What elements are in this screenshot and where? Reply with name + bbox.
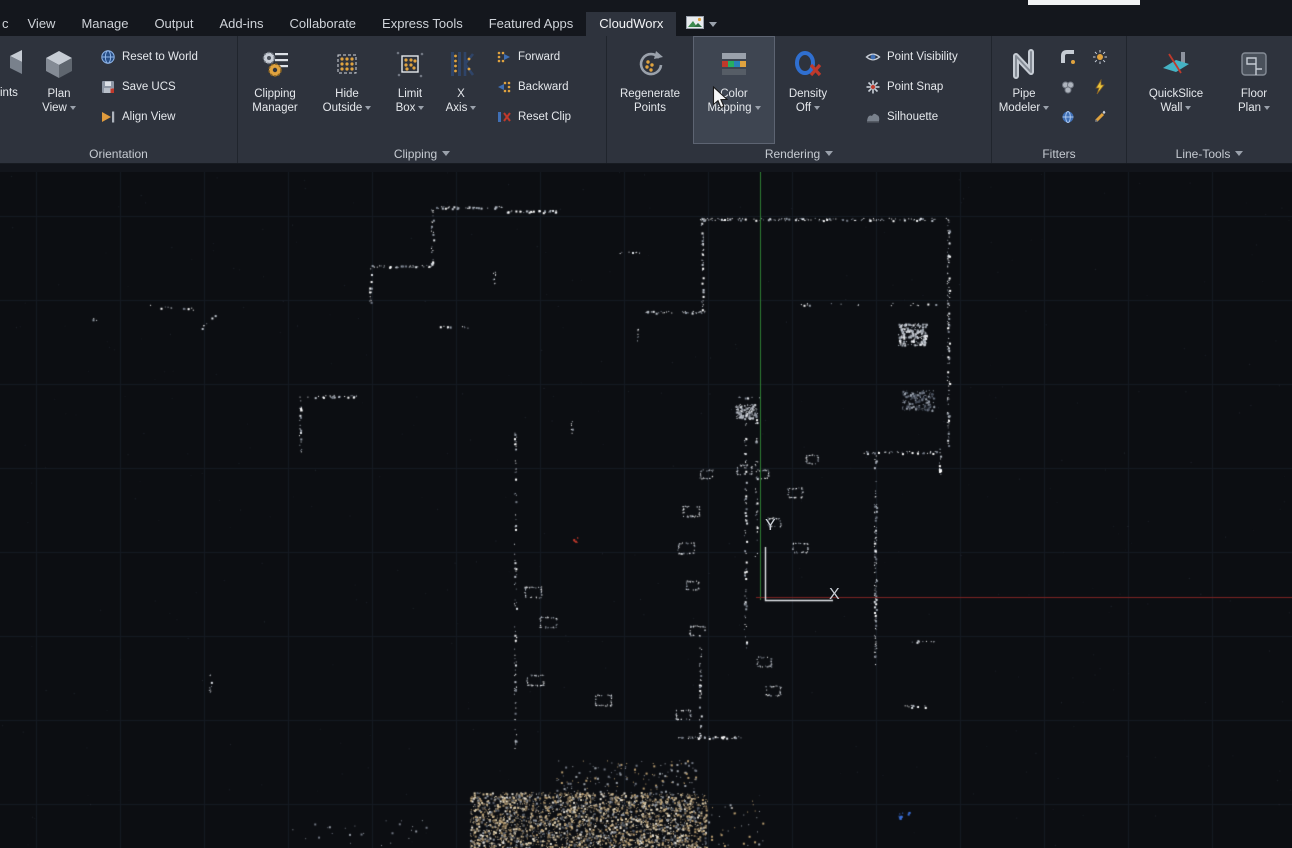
tab-partial[interactable]: c xyxy=(0,12,15,36)
reset-clip-icon xyxy=(496,109,512,125)
backward-icon xyxy=(496,79,512,95)
dropdown-caret-icon xyxy=(1185,106,1191,110)
points-partial-icon xyxy=(0,46,26,81)
tab-add-ins[interactable]: Add-ins xyxy=(206,12,276,36)
titlebar-fragment xyxy=(1028,0,1140,5)
forward-button[interactable]: Forward xyxy=(496,49,571,65)
quickslice-wall-icon xyxy=(1161,46,1191,82)
limit-box-icon xyxy=(395,46,425,82)
reset-clip-button[interactable]: Reset Clip xyxy=(496,109,571,125)
point-snap-icon xyxy=(865,79,881,95)
quickslice-wall-button[interactable]: QuickSlice Wall xyxy=(1133,36,1219,144)
fitter-spheres-icon xyxy=(1060,79,1076,95)
align-view-button[interactable]: Align View xyxy=(100,109,198,125)
panel-caret-icon xyxy=(1235,151,1243,156)
tab-express-tools[interactable]: Express Tools xyxy=(369,12,476,36)
drawing-viewport[interactable]: Y X xyxy=(0,172,1292,848)
tab-featured-apps[interactable]: Featured Apps xyxy=(476,12,587,36)
tab-cloudworx[interactable]: CloudWorx xyxy=(586,12,676,36)
partial-points-button[interactable]: ints xyxy=(0,36,26,144)
forward-icon xyxy=(496,49,512,65)
dropdown-caret-icon xyxy=(755,106,761,110)
dropdown-caret-icon xyxy=(70,106,76,110)
panel-label-orientation[interactable]: Orientation xyxy=(0,144,237,163)
regenerate-points-button[interactable]: Regenerate Points xyxy=(607,36,693,144)
density-off-button[interactable]: Density Off xyxy=(775,36,841,144)
panel-label-clipping[interactable]: Clipping xyxy=(238,144,606,163)
color-mapping-icon xyxy=(719,46,749,82)
point-cloud-canvas[interactable] xyxy=(0,172,1292,848)
dropdown-caret-icon xyxy=(470,106,476,110)
dropdown-caret-icon xyxy=(814,106,820,110)
x-axis-button[interactable]: X Axis xyxy=(438,36,484,144)
dropdown-caret-icon xyxy=(1264,106,1270,110)
ribbon-group-clipping: Clipping Manager Hide Outside Limit Box xyxy=(238,36,606,163)
fitter-globe-icon xyxy=(1060,109,1076,125)
point-visibility-icon xyxy=(865,49,881,65)
save-ucs-icon xyxy=(100,79,116,95)
hide-outside-button[interactable]: Hide Outside xyxy=(312,36,382,144)
pipe-modeler-button[interactable]: Pipe Modeler xyxy=(992,36,1056,144)
fitter-pencil-icon xyxy=(1092,109,1108,125)
pipe-modeler-icon xyxy=(1009,46,1039,82)
floor-plan-icon xyxy=(1239,46,1269,82)
clipping-manager-icon xyxy=(260,46,290,82)
tab-view[interactable]: View xyxy=(15,12,69,36)
plan-view-icon xyxy=(44,46,74,82)
dropdown-caret-icon xyxy=(365,106,371,110)
ucs-y-axis-label: Y xyxy=(765,518,776,534)
floor-plan-button[interactable]: Floor Plan xyxy=(1219,36,1289,144)
limit-box-button[interactable]: Limit Box xyxy=(382,36,438,144)
ucs-x-axis-label: X xyxy=(829,587,840,603)
tab-output[interactable]: Output xyxy=(141,12,206,36)
ribbon-gap xyxy=(0,164,1292,172)
silhouette-button[interactable]: Silhouette xyxy=(865,109,958,125)
fitter-elbow-icon xyxy=(1060,49,1076,65)
fitter-sun-button[interactable] xyxy=(1092,49,1116,65)
plan-view-button[interactable]: Plan View xyxy=(26,36,92,144)
ribbon-group-line-tools: QuickSlice Wall Floor Plan Line-Tools xyxy=(1127,36,1292,163)
tab-manage[interactable]: Manage xyxy=(68,12,141,36)
save-ucs-button[interactable]: Save UCS xyxy=(100,79,198,95)
x-axis-icon xyxy=(446,46,476,82)
panel-label-line-tools[interactable]: Line-Tools xyxy=(1127,144,1292,163)
dropdown-caret-icon xyxy=(1043,106,1049,110)
panel-caret-icon xyxy=(442,151,450,156)
regenerate-points-icon xyxy=(635,46,665,82)
titlebar xyxy=(0,0,1292,12)
clipping-manager-button[interactable]: Clipping Manager xyxy=(238,36,312,144)
ribbon-tab-bar: c View Manage Output Add-ins Collaborate… xyxy=(0,12,1292,36)
fitter-elbow-button[interactable] xyxy=(1060,49,1086,65)
fitter-spheres-button[interactable] xyxy=(1060,79,1086,95)
ribbon-group-rendering: Regenerate Points Color Mapping Density … xyxy=(607,36,991,163)
chevron-down-icon xyxy=(709,22,717,27)
point-visibility-button[interactable]: Point Visibility xyxy=(865,49,958,65)
ribbon-group-fitters: Pipe Modeler Fitters xyxy=(992,36,1126,163)
panel-caret-icon xyxy=(825,151,833,156)
cloudworx-ribbon: ints Plan View Reset to World Save UCS xyxy=(0,36,1292,164)
color-mapping-button[interactable]: Color Mapping xyxy=(693,36,775,144)
hide-outside-icon xyxy=(332,46,362,82)
density-off-icon xyxy=(793,46,823,82)
reset-to-world-button[interactable]: Reset to World xyxy=(100,49,198,65)
silhouette-icon xyxy=(865,109,881,125)
fitter-flash-icon xyxy=(1092,79,1108,95)
panel-label-fitters[interactable]: Fitters xyxy=(992,144,1126,163)
align-view-icon xyxy=(100,109,116,125)
point-snap-button[interactable]: Point Snap xyxy=(865,79,958,95)
fitter-globe-button[interactable] xyxy=(1060,109,1086,125)
fitter-flash-button[interactable] xyxy=(1092,79,1116,95)
backward-button[interactable]: Backward xyxy=(496,79,571,95)
panel-label-rendering[interactable]: Rendering xyxy=(607,144,991,163)
fitter-pencil-button[interactable] xyxy=(1092,109,1116,125)
tab-collaborate[interactable]: Collaborate xyxy=(277,12,370,36)
image-icon xyxy=(686,16,704,32)
ribbon-group-orientation: ints Plan View Reset to World Save UCS xyxy=(0,36,237,163)
fitter-sun-icon xyxy=(1092,49,1108,65)
reset-to-world-icon xyxy=(100,49,116,65)
ribbon-display-options-button[interactable] xyxy=(676,12,727,36)
dropdown-caret-icon xyxy=(418,106,424,110)
